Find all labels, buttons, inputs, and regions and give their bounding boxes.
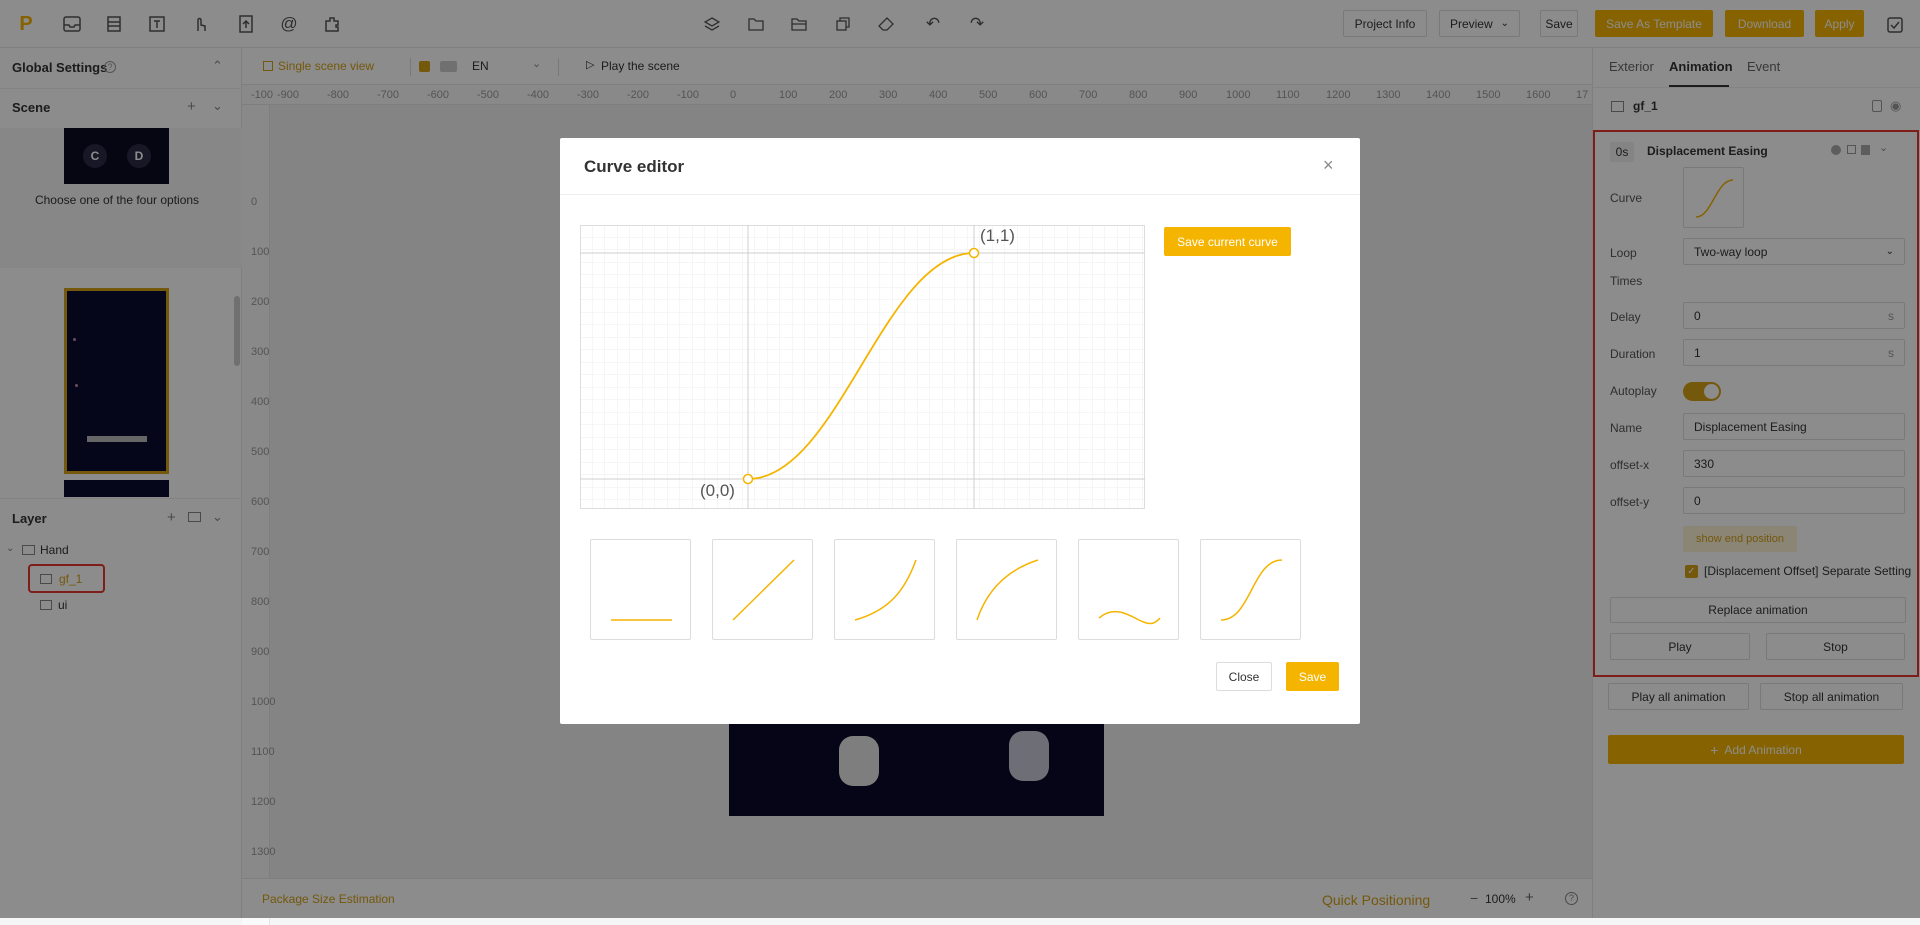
start-point-handle[interactable] [742, 473, 754, 485]
close-icon[interactable]: × [1323, 155, 1334, 176]
preset-wave[interactable] [1078, 539, 1179, 640]
preset-ease-in-icon [854, 559, 917, 621]
modal-title: Curve editor [584, 157, 685, 176]
preset-ease-in[interactable] [834, 539, 935, 640]
preset-wave-icon [1098, 610, 1161, 625]
preset-linear[interactable] [712, 539, 813, 640]
end-point-handle[interactable] [968, 247, 980, 259]
divider [560, 194, 1360, 195]
curve-graph[interactable] [580, 225, 1145, 509]
end-label: (1,1) [980, 226, 1015, 245]
curve-editor-modal: Curve editor × (0,0) (1,1) Save current … [560, 138, 1360, 724]
preset-constant-icon [611, 619, 672, 621]
preset-ease-in-out-icon [1220, 559, 1283, 621]
preset-ease-out-icon [976, 559, 1039, 621]
preset-ease-out[interactable] [956, 539, 1057, 640]
close-button[interactable]: Close [1216, 662, 1272, 691]
preset-ease-in-out[interactable] [1200, 539, 1301, 640]
save-current-curve-button[interactable]: Save current curve [1164, 227, 1291, 256]
preset-linear-icon [732, 559, 795, 621]
origin-label: (0,0) [700, 481, 735, 500]
save-button[interactable]: Save [1286, 662, 1339, 691]
preset-constant[interactable] [590, 539, 691, 640]
